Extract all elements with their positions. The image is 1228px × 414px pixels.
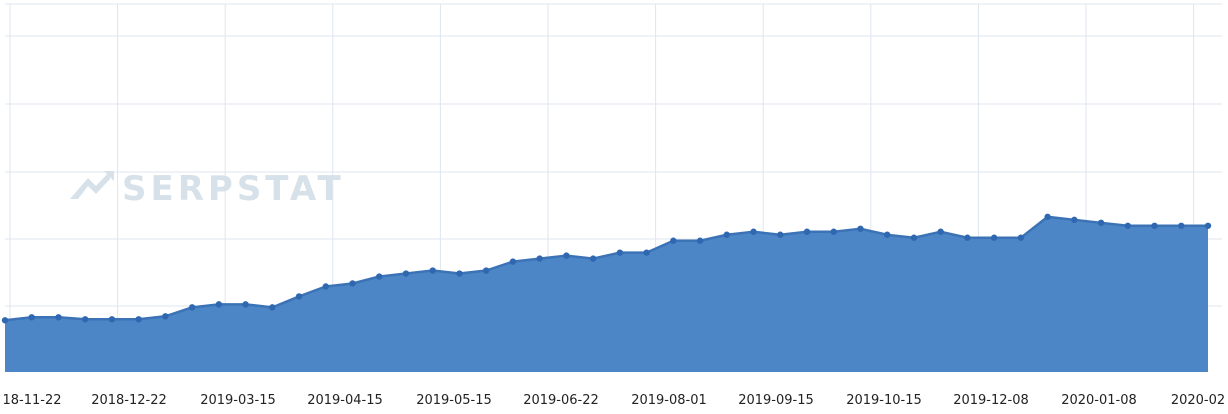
data-point[interactable] bbox=[108, 316, 116, 323]
data-point[interactable] bbox=[777, 231, 784, 238]
serpstat-logo-icon bbox=[70, 171, 114, 199]
data-point[interactable] bbox=[1178, 222, 1185, 229]
area-chart: SERPSTAT 18-11-22 2018-12-22 2019-03-15 201… bbox=[1, 3, 1225, 408]
x-tick-label: 2019-06-22 bbox=[523, 393, 599, 408]
data-point[interactable] bbox=[269, 304, 276, 311]
data-point[interactable] bbox=[1071, 216, 1078, 224]
x-tick-label: 2019-04-15 bbox=[307, 393, 383, 408]
data-point[interactable] bbox=[162, 313, 169, 320]
x-axis-ticks: 18-11-22 2018-12-22 2019-03-15 2019-04-15 20… bbox=[2, 393, 1225, 408]
data-point[interactable] bbox=[349, 280, 356, 287]
data-point[interactable] bbox=[82, 316, 89, 323]
data-point[interactable] bbox=[55, 314, 62, 321]
x-tick-label: 2019-10-15 bbox=[846, 393, 922, 408]
data-point[interactable] bbox=[830, 228, 837, 235]
data-point[interactable] bbox=[215, 301, 223, 308]
x-tick-label: 2019-12-08 bbox=[953, 393, 1029, 408]
data-point[interactable] bbox=[563, 252, 570, 259]
data-point[interactable] bbox=[376, 273, 383, 280]
serpstat-watermark: SERPSTAT bbox=[122, 169, 345, 209]
data-point[interactable] bbox=[723, 231, 730, 238]
data-point[interactable] bbox=[857, 225, 864, 232]
data-point[interactable] bbox=[884, 231, 891, 238]
data-point[interactable] bbox=[135, 316, 142, 323]
x-tick-label: 2019-08-01 bbox=[631, 393, 707, 408]
x-tick-label: 2018-12-22 bbox=[91, 393, 167, 408]
x-tick-label: 18-11-22 bbox=[2, 393, 61, 408]
data-point[interactable] bbox=[1017, 234, 1025, 241]
x-tick-label: 2020-01-08 bbox=[1061, 393, 1137, 408]
data-point[interactable] bbox=[429, 267, 436, 274]
data-point[interactable] bbox=[990, 234, 998, 241]
data-point[interactable] bbox=[1124, 222, 1132, 229]
data-point[interactable] bbox=[616, 249, 624, 256]
data-point[interactable] bbox=[1097, 219, 1105, 227]
data-point[interactable] bbox=[1204, 222, 1212, 229]
chart-series bbox=[1, 213, 1212, 372]
data-point[interactable] bbox=[242, 301, 249, 308]
data-point[interactable] bbox=[937, 228, 944, 235]
data-point[interactable] bbox=[456, 270, 463, 277]
data-point[interactable] bbox=[964, 234, 971, 241]
data-point[interactable] bbox=[1, 317, 9, 324]
data-point[interactable] bbox=[670, 237, 677, 244]
data-point[interactable] bbox=[1044, 213, 1051, 221]
data-point[interactable] bbox=[322, 283, 329, 290]
data-point[interactable] bbox=[1151, 222, 1158, 229]
x-tick-label: 2020-02 bbox=[1171, 393, 1225, 408]
data-point[interactable] bbox=[803, 228, 811, 235]
x-tick-label: 2019-09-15 bbox=[738, 393, 814, 408]
data-point[interactable] bbox=[589, 255, 597, 262]
x-tick-label: 2019-03-15 bbox=[200, 393, 276, 408]
data-point[interactable] bbox=[696, 237, 704, 244]
data-point[interactable] bbox=[402, 270, 410, 277]
data-point[interactable] bbox=[509, 258, 517, 265]
data-point[interactable] bbox=[536, 255, 543, 262]
x-tick-label: 2019-05-15 bbox=[416, 393, 492, 408]
data-point[interactable] bbox=[188, 304, 196, 311]
data-point[interactable] bbox=[28, 314, 35, 321]
data-point[interactable] bbox=[750, 228, 757, 235]
data-point[interactable] bbox=[483, 267, 490, 274]
data-point[interactable] bbox=[643, 249, 650, 256]
data-point[interactable] bbox=[910, 234, 918, 241]
data-point[interactable] bbox=[295, 293, 303, 300]
series-area bbox=[5, 216, 1208, 372]
